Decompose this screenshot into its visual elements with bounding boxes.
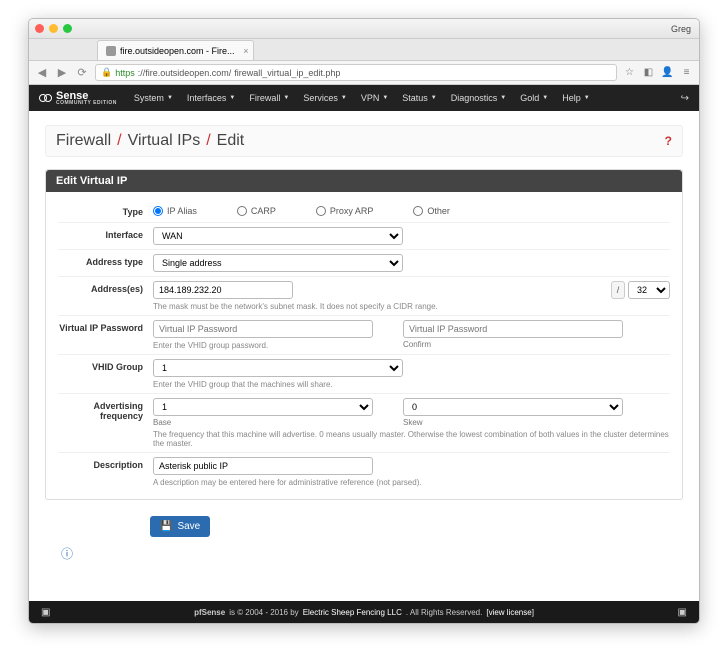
breadcrumb-virtualips[interactable]: Virtual IPs	[128, 132, 201, 150]
desc-help: A description may be entered here for ad…	[153, 478, 670, 487]
vhid-select[interactable]: 1	[153, 359, 403, 377]
brand-subtitle: COMMUNITY EDITION	[56, 100, 117, 106]
advfreq-help: The frequency that this machine will adv…	[153, 430, 670, 448]
footer-mid: is © 2004 - 2016 by	[229, 608, 299, 617]
label-addresses: Address(es)	[58, 281, 153, 294]
address-bar[interactable]: 🔒 https://fire.outsideopen.com/firewall_…	[95, 64, 617, 81]
vip-password-confirm-input[interactable]	[403, 320, 623, 338]
help-icon[interactable]: ?	[665, 134, 672, 148]
nav-gold[interactable]: Gold▼	[513, 93, 555, 103]
back-button[interactable]: ◀	[35, 66, 49, 80]
url-path: firewall_virtual_ip_edit.php	[234, 68, 340, 78]
save-button[interactable]: 💾 Save	[150, 516, 210, 537]
breadcrumb-edit: Edit	[217, 132, 245, 150]
advfreq-base-select[interactable]: 1	[153, 398, 373, 416]
breadcrumb-sep: /	[117, 132, 121, 150]
nav-firewall[interactable]: Firewall▼	[242, 93, 296, 103]
description-input[interactable]	[153, 457, 373, 475]
edit-panel: Edit Virtual IP Type IP Alias CARP Proxy…	[45, 169, 683, 500]
url-scheme: https	[115, 68, 135, 78]
nav-system[interactable]: System▼	[127, 93, 180, 103]
label-advfreq: Advertising frequency	[58, 398, 153, 421]
breadcrumb: Firewall / Virtual IPs / Edit ?	[45, 125, 683, 157]
chevron-down-icon: ▼	[382, 95, 388, 101]
radio-other[interactable]: Other	[413, 206, 450, 216]
window-zoom-icon[interactable]	[63, 24, 72, 33]
vip-password-input[interactable]	[153, 320, 373, 338]
footer: ▣ pfSense is © 2004 - 2016 by Electric S…	[29, 601, 699, 623]
label-addrtype: Address type	[58, 254, 153, 267]
footer-right-icon[interactable]: ▣	[678, 607, 687, 618]
avatar-icon[interactable]: 👤	[661, 66, 674, 79]
info-icon[interactable]: ⓘ	[61, 545, 73, 562]
brand-logo[interactable]: Sense COMMUNITY EDITION	[39, 90, 117, 106]
nav-status[interactable]: Status▼	[395, 93, 443, 103]
address-input[interactable]	[153, 281, 293, 299]
footer-license-link[interactable]: [view license]	[486, 608, 534, 617]
chevron-down-icon: ▼	[283, 95, 289, 101]
tab-title: fire.outsideopen.com - Fire...	[120, 46, 235, 56]
label-interface: Interface	[58, 227, 153, 240]
tab-close-icon[interactable]: ×	[243, 46, 248, 56]
radio-ip-alias[interactable]: IP Alias	[153, 206, 197, 216]
page-content: Firewall / Virtual IPs / Edit ? Edit Vir…	[29, 111, 699, 601]
window-titlebar: Greg	[29, 19, 699, 39]
chevron-down-icon: ▼	[542, 95, 548, 101]
interface-select[interactable]: WAN	[153, 227, 403, 245]
nav-diagnostics[interactable]: Diagnostics▼	[444, 93, 513, 103]
logout-icon[interactable]: ↪	[681, 93, 689, 104]
extension-icon[interactable]: ◧	[642, 66, 655, 79]
favicon-icon	[106, 46, 116, 56]
chevron-down-icon: ▼	[167, 95, 173, 101]
radio-proxy-arp[interactable]: Proxy ARP	[316, 206, 374, 216]
save-icon: 💾	[160, 521, 172, 532]
footer-company-link[interactable]: Electric Sheep Fencing LLC	[303, 608, 402, 617]
breadcrumb-firewall[interactable]: Firewall	[56, 132, 111, 150]
label-type: Type	[58, 204, 153, 217]
window-close-icon[interactable]	[35, 24, 44, 33]
chevron-down-icon: ▼	[229, 95, 235, 101]
nav-interfaces[interactable]: Interfaces▼	[180, 93, 242, 103]
chevron-down-icon: ▼	[584, 95, 590, 101]
radio-carp[interactable]: CARP	[237, 206, 276, 216]
forward-button[interactable]: ▶	[55, 66, 69, 80]
label-vippw: Virtual IP Password	[58, 320, 153, 333]
advfreq-base-label: Base	[153, 418, 373, 427]
nav-help[interactable]: Help▼	[555, 93, 596, 103]
menu-icon[interactable]: ≡	[680, 66, 693, 79]
panel-title: Edit Virtual IP	[46, 170, 682, 192]
label-desc: Description	[58, 457, 153, 470]
profile-name[interactable]: Greg	[671, 24, 691, 34]
logo-icon	[39, 91, 53, 105]
slash-label: /	[611, 281, 625, 299]
url-host: ://fire.outsideopen.com/	[138, 68, 232, 78]
advfreq-skew-label: Skew	[403, 418, 623, 427]
footer-product: pfSense	[194, 608, 225, 617]
footer-left-icon[interactable]: ▣	[41, 607, 50, 618]
vippw-confirm-label: Confirm	[403, 340, 623, 349]
app-navbar: Sense COMMUNITY EDITION System▼ Interfac…	[29, 85, 699, 111]
lock-icon: 🔒	[101, 67, 112, 78]
footer-tail: . All Rights Reserved.	[406, 608, 482, 617]
chevron-down-icon: ▼	[500, 95, 506, 101]
chevron-down-icon: ▼	[431, 95, 437, 101]
address-help: The mask must be the network's subnet ma…	[153, 302, 670, 311]
vhid-help: Enter the VHID group that the machines w…	[153, 380, 670, 389]
addrtype-select[interactable]: Single address	[153, 254, 403, 272]
save-label: Save	[177, 521, 200, 532]
mask-select[interactable]: 32	[628, 281, 670, 299]
reload-button[interactable]: ⟳	[75, 66, 89, 80]
advfreq-skew-select[interactable]: 0	[403, 398, 623, 416]
breadcrumb-sep: /	[206, 132, 210, 150]
browser-tab[interactable]: fire.outsideopen.com - Fire... ×	[97, 40, 254, 60]
vippw-help: Enter the VHID group password.	[153, 341, 373, 350]
nav-vpn[interactable]: VPN▼	[354, 93, 395, 103]
nav-services[interactable]: Services▼	[296, 93, 353, 103]
label-vhid: VHID Group	[58, 359, 153, 372]
window-minimize-icon[interactable]	[49, 24, 58, 33]
chevron-down-icon: ▼	[341, 95, 347, 101]
browser-toolbar: ◀ ▶ ⟳ 🔒 https://fire.outsideopen.com/fir…	[29, 61, 699, 85]
star-icon[interactable]: ☆	[623, 66, 636, 79]
browser-tabbar: fire.outsideopen.com - Fire... ×	[29, 39, 699, 61]
